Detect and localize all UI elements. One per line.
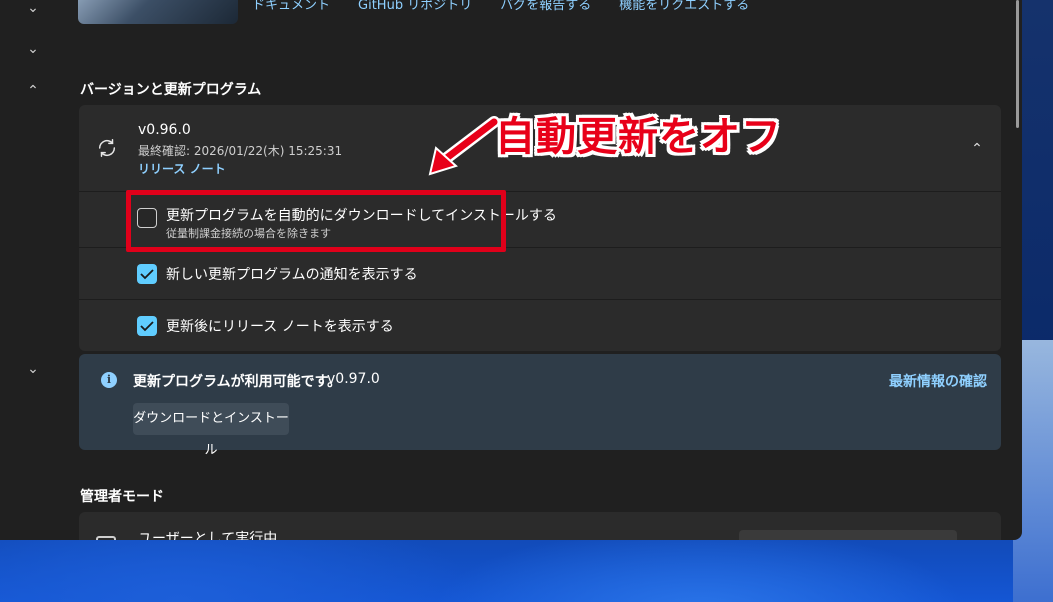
admin-section-title: 管理者モード [80, 489, 164, 505]
chevron-down-icon[interactable]: ⌄ [24, 40, 42, 58]
scrollbar-thumb[interactable] [1016, 0, 1019, 128]
check-icon [140, 269, 154, 280]
chevron-down-icon[interactable]: ⌄ [24, 0, 42, 17]
annotation-arrow-icon [428, 116, 500, 176]
info-icon: i [101, 372, 117, 388]
docs-link[interactable]: ドキュメント [252, 0, 330, 13]
check-icon [140, 321, 154, 332]
show-release-notes-checkbox[interactable] [137, 316, 157, 336]
sync-icon [98, 139, 116, 157]
top-links: ドキュメント GitHub リポジトリ バグを報告する 機能をリクエストする [252, 0, 749, 13]
chevron-up-icon[interactable]: ⌃ [968, 140, 986, 158]
running-as-label: ユーザーとして実行中 [138, 531, 278, 540]
release-notes-link[interactable]: リリース ノート [138, 160, 226, 177]
annotation-highlight-box [126, 190, 506, 252]
show-release-notes-label: 更新後にリリース ノートを表示する [166, 319, 394, 335]
download-install-button[interactable]: ダウンロードとインストール [133, 403, 289, 458]
last-checked: 最終確認: 2026/01/22(木) 15:25:31 [138, 144, 343, 158]
hero-image [78, 0, 238, 24]
current-version: v0.96.0 [138, 122, 191, 138]
shield-icon [96, 536, 116, 540]
whats-new-link[interactable]: 最新情報の確認 [889, 371, 987, 391]
restart-as-admin-button[interactable] [739, 530, 957, 540]
settings-window: ⌄ ⌄ ⌃ ⌄ ドキュメント GitHub リポジトリ バグを報告する 機能をリ… [0, 0, 1022, 540]
update-available-title: 更新プログラムが利用可能です。 [133, 374, 342, 390]
version-section-title: バージョンと更新プログラム [80, 82, 262, 98]
github-link[interactable]: GitHub リポジトリ [358, 0, 472, 13]
feature-request-link[interactable]: 機能をリクエストする [619, 0, 749, 13]
chevron-up-icon[interactable]: ⌃ [24, 82, 42, 100]
new-version: v0.97.0 [327, 371, 380, 387]
notify-checkbox[interactable] [137, 264, 157, 284]
update-available-infobar [79, 354, 1001, 450]
report-bug-link[interactable]: バグを報告する [500, 0, 591, 13]
notify-label: 新しい更新プログラムの通知を表示する [166, 267, 418, 283]
chevron-down-icon[interactable]: ⌄ [24, 360, 42, 378]
annotation-text: 自動更新をオフ [495, 114, 782, 160]
